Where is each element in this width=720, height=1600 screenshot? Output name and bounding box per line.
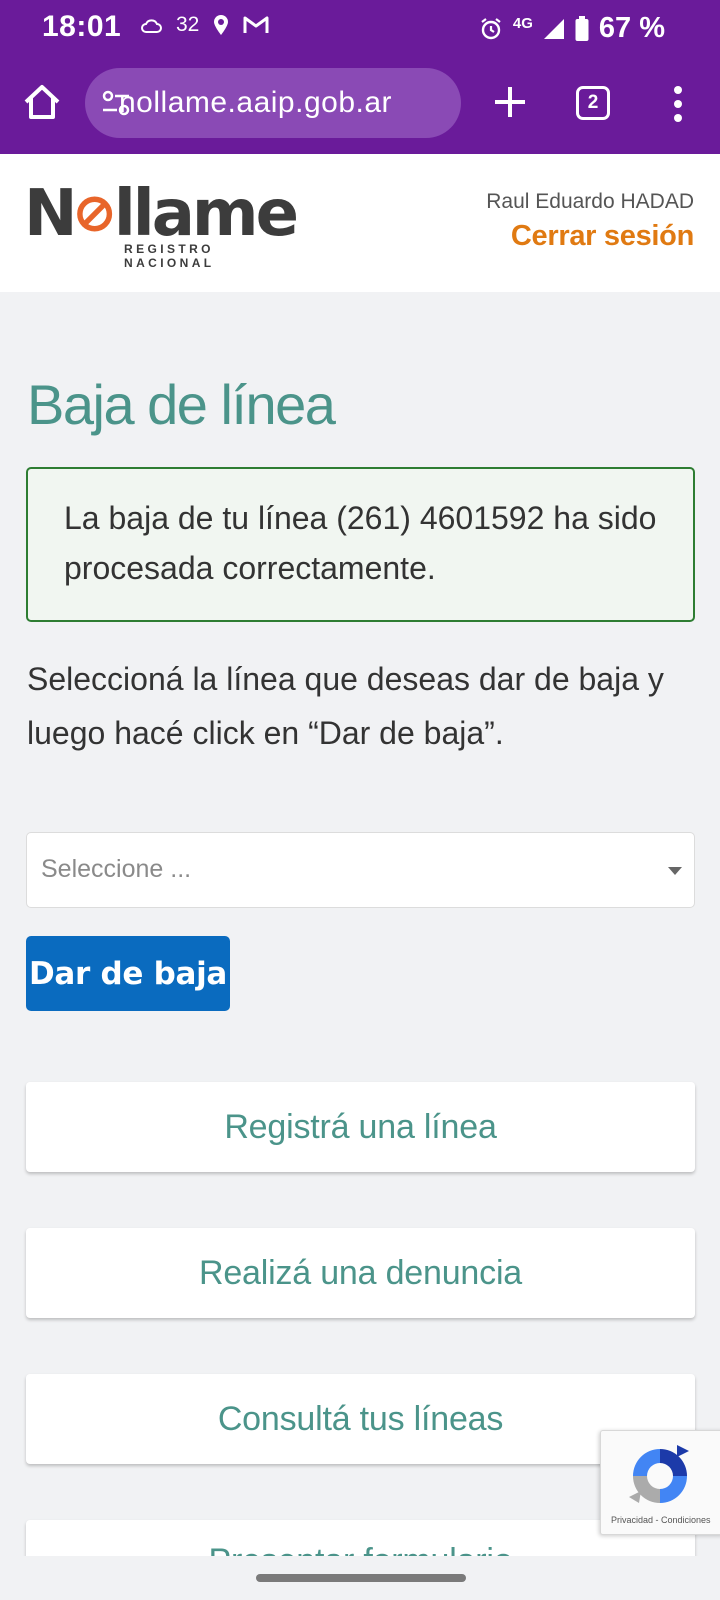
alarm-icon	[481, 17, 501, 39]
network-type: 4G	[512, 15, 533, 32]
status-icons-right: 4G 67 %	[479, 12, 665, 45]
battery-icon	[575, 15, 589, 41]
gmail-icon	[243, 16, 269, 33]
check-lines-card[interactable]: Consultá tus líneas	[26, 1374, 695, 1464]
recaptcha-links[interactable]: Privacidad - Condiciones	[611, 1515, 711, 1525]
site-header: N llame REGISTRO NACIONAL Raul Eduardo H…	[0, 154, 720, 292]
home-icon[interactable]	[20, 80, 64, 124]
line-select[interactable]: Seleccione ...	[26, 832, 695, 908]
signal-icon	[543, 18, 564, 39]
select-placeholder: Seleccione ...	[41, 855, 192, 883]
logout-link[interactable]: Cerrar sesión	[511, 220, 694, 253]
logo-subtitle: REGISTRO NACIONAL	[124, 242, 215, 270]
url-text: nollame.aaip.gob.ar	[119, 86, 393, 119]
dropdown-arrow-icon	[668, 867, 682, 875]
location-icon	[214, 15, 229, 35]
more-menu-icon[interactable]	[664, 82, 692, 126]
file-complaint-card[interactable]: Realizá una denuncia	[26, 1228, 695, 1318]
tab-count: 2	[587, 92, 599, 113]
page-title: Baja de línea	[27, 373, 336, 436]
no-call-icon	[76, 196, 112, 232]
status-bar: 18:01 32 4G 67 %	[0, 0, 720, 56]
status-icons-left: 32	[140, 13, 269, 37]
success-alert: La baja de tu línea (261) 4601592 ha sid…	[26, 467, 695, 622]
unsubscribe-button[interactable]: Dar de baja	[26, 936, 230, 1011]
new-tab-icon[interactable]	[490, 82, 530, 122]
home-gesture-handle[interactable]	[256, 1574, 466, 1582]
cloud-icon	[141, 19, 162, 33]
battery-percentage: 67 %	[598, 12, 665, 44]
recaptcha-icon	[629, 1445, 689, 1503]
recaptcha-badge[interactable]: Privacidad - Condiciones	[600, 1430, 720, 1535]
alert-message: La baja de tu línea (261) 4601592 ha sid…	[64, 500, 657, 586]
user-name: Raul Eduardo HADAD	[486, 190, 694, 213]
logo-wordmark: N llame	[24, 177, 299, 251]
browser-toolbar: nollame.aaip.gob.ar 2	[0, 56, 720, 154]
temperature-text: 32	[176, 13, 200, 36]
address-bar[interactable]: nollame.aaip.gob.ar	[85, 68, 461, 138]
instructions-text: Seleccioná la línea que deseas dar de ba…	[27, 661, 664, 751]
tab-switcher-button[interactable]: 2	[576, 86, 610, 120]
nollame-logo[interactable]: N llame REGISTRO NACIONAL	[24, 177, 299, 270]
status-time: 18:01	[42, 10, 122, 43]
register-line-card[interactable]: Registrá una línea	[26, 1082, 695, 1172]
